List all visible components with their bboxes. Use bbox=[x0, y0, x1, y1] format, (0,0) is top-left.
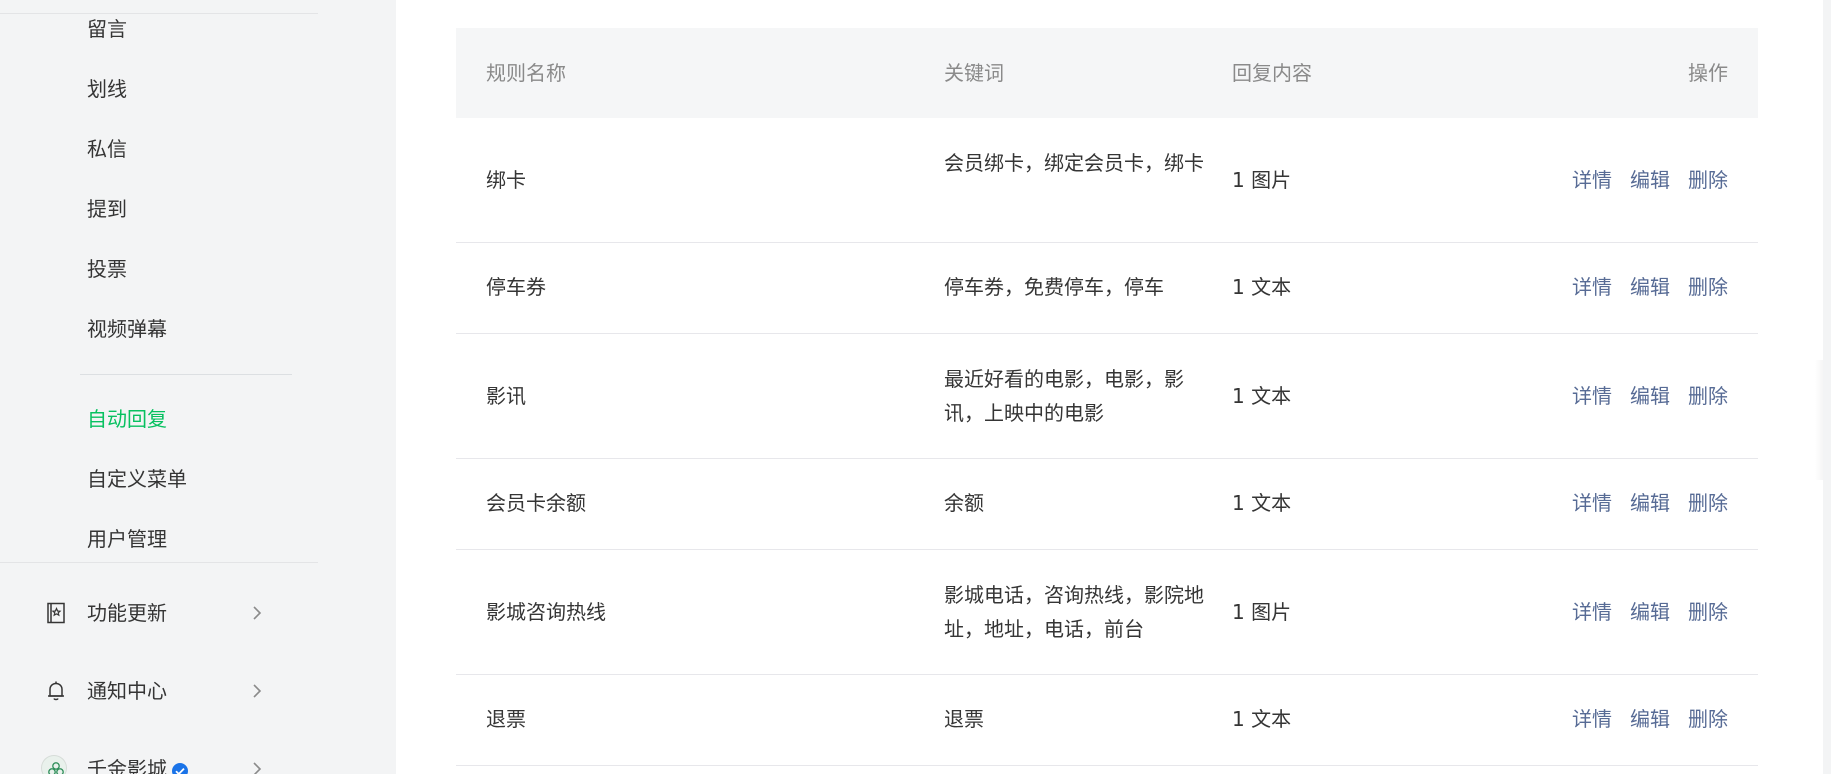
sidebar-group-notification-center[interactable]: 通知中心 bbox=[0, 661, 318, 721]
account-name-wrap: 千金影城 bbox=[87, 756, 189, 774]
account-avatar bbox=[41, 755, 67, 774]
main-content: 规则名称 关键词 回复内容 操作 绑卡 会员绑卡，绑定会员卡，绑卡 1 图片 详… bbox=[396, 0, 1823, 774]
sidebar-item-comments[interactable]: 留言 bbox=[87, 17, 127, 41]
edit-link[interactable]: 编辑 bbox=[1630, 491, 1670, 515]
row-actions: 详情 编辑 删除 bbox=[1572, 595, 1728, 629]
rule-keywords: 会员绑卡，绑定会员卡，绑卡 bbox=[944, 151, 1204, 175]
header-keywords: 关键词 bbox=[944, 61, 1004, 85]
row-actions: 详情 编辑 删除 bbox=[1572, 163, 1728, 197]
rule-keywords: 影城电话，咨询热线，影院地址，地址，电话，前台 bbox=[944, 583, 1204, 641]
sidebar-item-auto-reply[interactable]: 自动回复 bbox=[87, 407, 167, 431]
delete-link[interactable]: 删除 bbox=[1688, 491, 1728, 515]
rule-reply: 1 文本 bbox=[1232, 275, 1292, 299]
table-row: 影讯 最近好看的电影，电影，影讯，上映中的电影 1 文本 详情 编辑 删除 bbox=[456, 334, 1758, 459]
rule-reply: 1 文本 bbox=[1232, 707, 1292, 731]
rule-reply: 1 图片 bbox=[1232, 168, 1292, 192]
book-icon bbox=[47, 602, 65, 624]
account-name: 千金影城 bbox=[87, 757, 167, 774]
edit-link[interactable]: 编辑 bbox=[1630, 275, 1670, 299]
rule-name: 退票 bbox=[486, 707, 526, 731]
rule-keywords: 停车券，免费停车，停车 bbox=[944, 275, 1164, 299]
rule-keywords: 最近好看的电影，电影，影讯，上映中的电影 bbox=[944, 367, 1184, 425]
detail-link[interactable]: 详情 bbox=[1572, 491, 1612, 515]
sidebar-group-label: 功能更新 bbox=[87, 601, 167, 625]
chevron-right-icon bbox=[253, 606, 262, 620]
table-row: 退票 退票 1 文本 详情 编辑 删除 bbox=[456, 675, 1758, 766]
delete-link[interactable]: 删除 bbox=[1688, 384, 1728, 408]
sidebar-divider bbox=[0, 13, 318, 14]
header-operations: 操作 bbox=[1688, 61, 1728, 85]
rule-name: 影城咨询热线 bbox=[486, 600, 606, 624]
header-rule-name: 规则名称 bbox=[486, 61, 566, 85]
detail-link[interactable]: 详情 bbox=[1572, 275, 1612, 299]
table-row: 绑卡 会员绑卡，绑定会员卡，绑卡 1 图片 详情 编辑 删除 bbox=[456, 118, 1758, 243]
detail-link[interactable]: 详情 bbox=[1572, 600, 1612, 624]
avatar-logo-icon bbox=[48, 762, 64, 774]
rule-name: 绑卡 bbox=[486, 168, 526, 192]
row-actions: 详情 编辑 删除 bbox=[1572, 486, 1728, 520]
table-header: 规则名称 关键词 回复内容 操作 bbox=[456, 28, 1758, 118]
row-actions: 详情 编辑 删除 bbox=[1572, 379, 1728, 413]
sidebar-account[interactable]: 千金影城 bbox=[0, 739, 318, 774]
table-row: 影城咨询热线 影城电话，咨询热线，影院地址，地址，电话，前台 1 图片 详情 编辑… bbox=[456, 550, 1758, 675]
header-reply-content: 回复内容 bbox=[1232, 61, 1312, 85]
rule-keywords: 余额 bbox=[944, 491, 984, 515]
edit-link[interactable]: 编辑 bbox=[1630, 168, 1670, 192]
detail-link[interactable]: 详情 bbox=[1572, 168, 1612, 192]
detail-link[interactable]: 详情 bbox=[1572, 707, 1612, 731]
rule-keywords: 退票 bbox=[944, 707, 984, 731]
delete-link[interactable]: 删除 bbox=[1688, 600, 1728, 624]
sidebar-group-feature-updates[interactable]: 功能更新 bbox=[0, 583, 318, 643]
page-edge-shadow bbox=[1815, 360, 1823, 480]
chevron-right-icon bbox=[253, 762, 262, 774]
delete-link[interactable]: 删除 bbox=[1688, 707, 1728, 731]
sidebar-divider bbox=[80, 374, 292, 375]
rule-name: 会员卡余额 bbox=[486, 491, 586, 515]
delete-link[interactable]: 删除 bbox=[1688, 275, 1728, 299]
sidebar-divider bbox=[0, 562, 318, 563]
sidebar-item-messages[interactable]: 私信 bbox=[87, 137, 127, 161]
sidebar: 留言 划线 私信 提到 投票 视频弹幕 自动回复 自定义菜单 用户管理 功能更新… bbox=[0, 0, 318, 774]
auto-reply-rules-table: 规则名称 关键词 回复内容 操作 绑卡 会员绑卡，绑定会员卡，绑卡 1 图片 详… bbox=[456, 28, 1758, 766]
sidebar-item-votes[interactable]: 投票 bbox=[87, 257, 127, 281]
rule-reply: 1 文本 bbox=[1232, 384, 1292, 408]
delete-link[interactable]: 删除 bbox=[1688, 168, 1728, 192]
edit-link[interactable]: 编辑 bbox=[1630, 707, 1670, 731]
rule-reply: 1 图片 bbox=[1232, 600, 1292, 624]
row-actions: 详情 编辑 删除 bbox=[1572, 270, 1728, 304]
sidebar-item-mentions[interactable]: 提到 bbox=[87, 197, 127, 221]
sidebar-item-custom-menu[interactable]: 自定义菜单 bbox=[87, 467, 187, 491]
table-row: 停车券 停车券，免费停车，停车 1 文本 详情 编辑 删除 bbox=[456, 243, 1758, 334]
rule-name: 影讯 bbox=[486, 384, 526, 408]
sidebar-item-video-danmaku[interactable]: 视频弹幕 bbox=[87, 317, 167, 341]
bell-icon bbox=[48, 681, 64, 701]
sidebar-group-label: 通知中心 bbox=[87, 679, 167, 703]
sidebar-item-highlights[interactable]: 划线 bbox=[87, 77, 127, 101]
rule-name: 停车券 bbox=[486, 275, 546, 299]
rule-reply: 1 文本 bbox=[1232, 491, 1292, 515]
verified-badge-icon bbox=[172, 762, 188, 774]
edit-link[interactable]: 编辑 bbox=[1630, 600, 1670, 624]
row-actions: 详情 编辑 删除 bbox=[1572, 702, 1728, 736]
sidebar-item-user-management[interactable]: 用户管理 bbox=[87, 527, 167, 551]
table-row: 会员卡余额 余额 1 文本 详情 编辑 删除 bbox=[456, 459, 1758, 550]
detail-link[interactable]: 详情 bbox=[1572, 384, 1612, 408]
chevron-right-icon bbox=[253, 684, 262, 698]
edit-link[interactable]: 编辑 bbox=[1630, 384, 1670, 408]
